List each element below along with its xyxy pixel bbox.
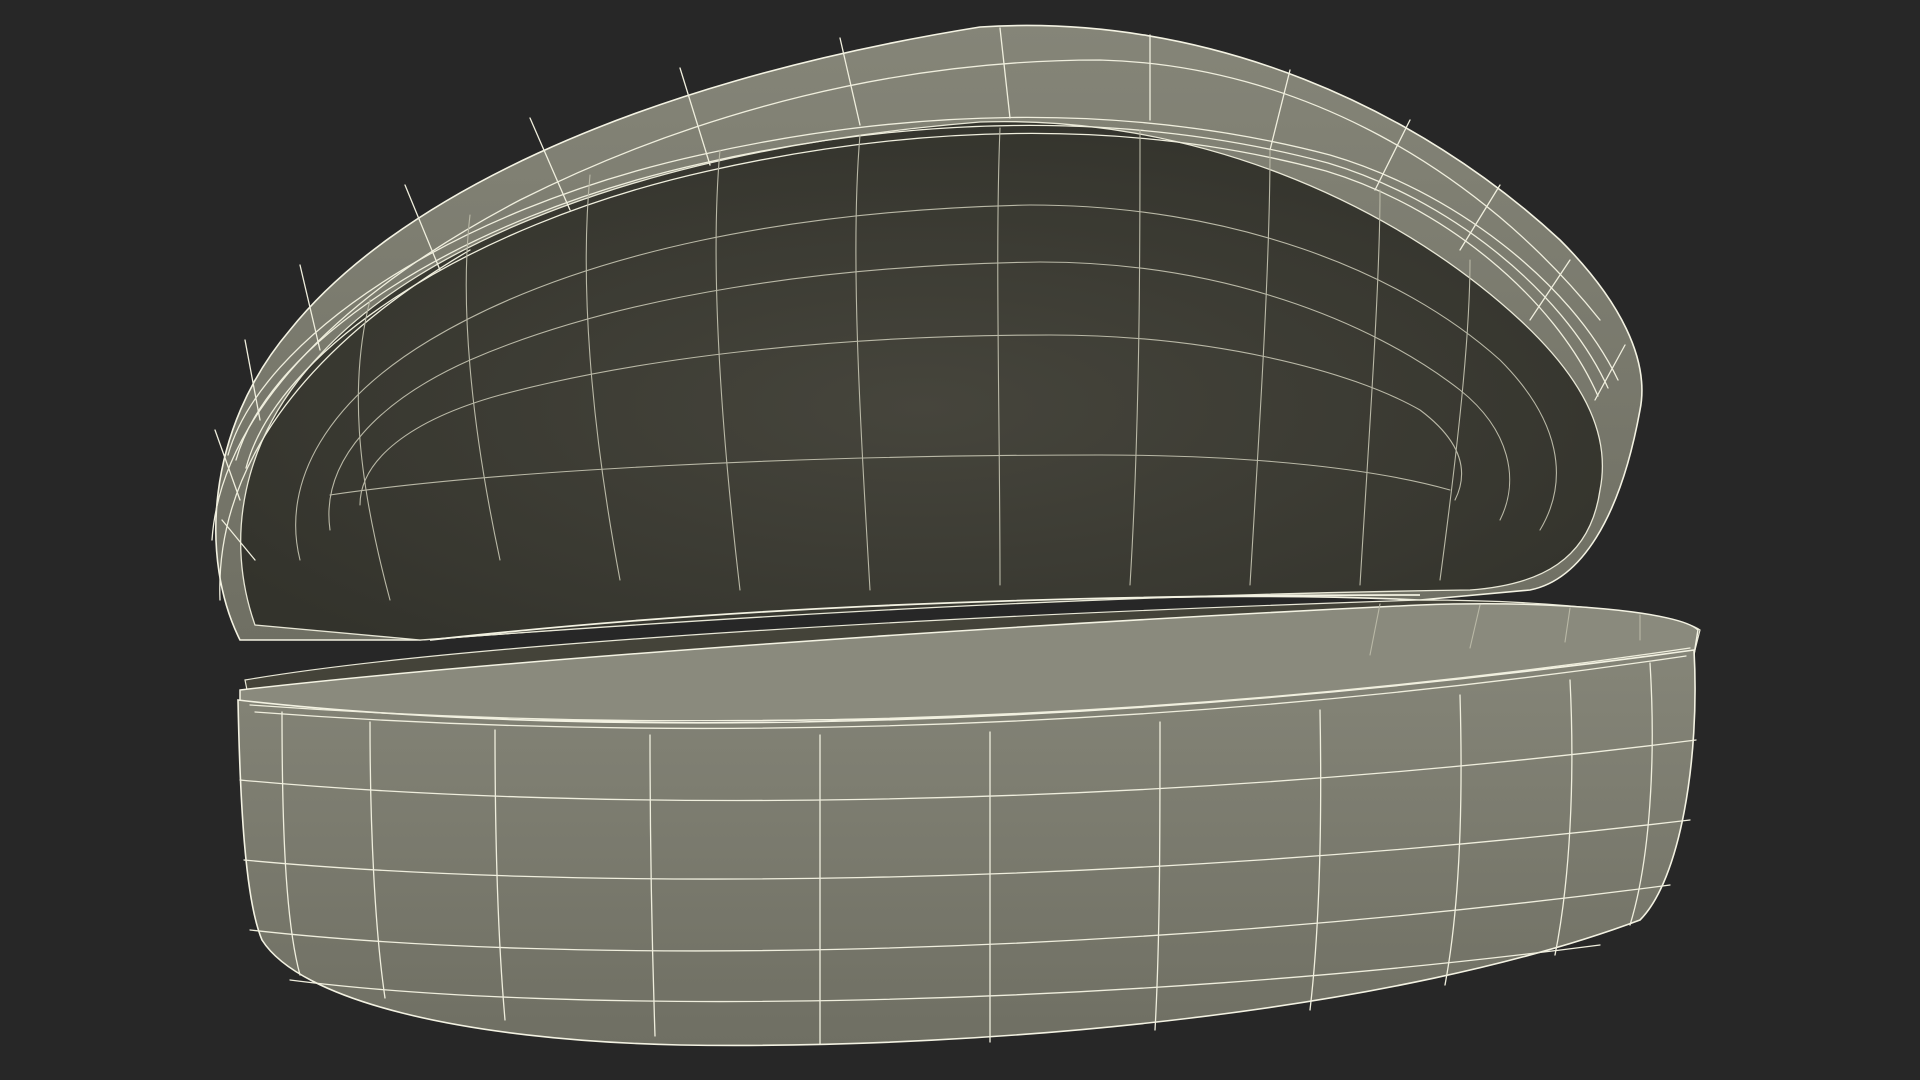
render-viewport [0, 0, 1920, 1080]
case-base [237, 599, 1701, 1047]
case-lid [211, 24, 1643, 641]
wireframe-render [211, 24, 1701, 1047]
